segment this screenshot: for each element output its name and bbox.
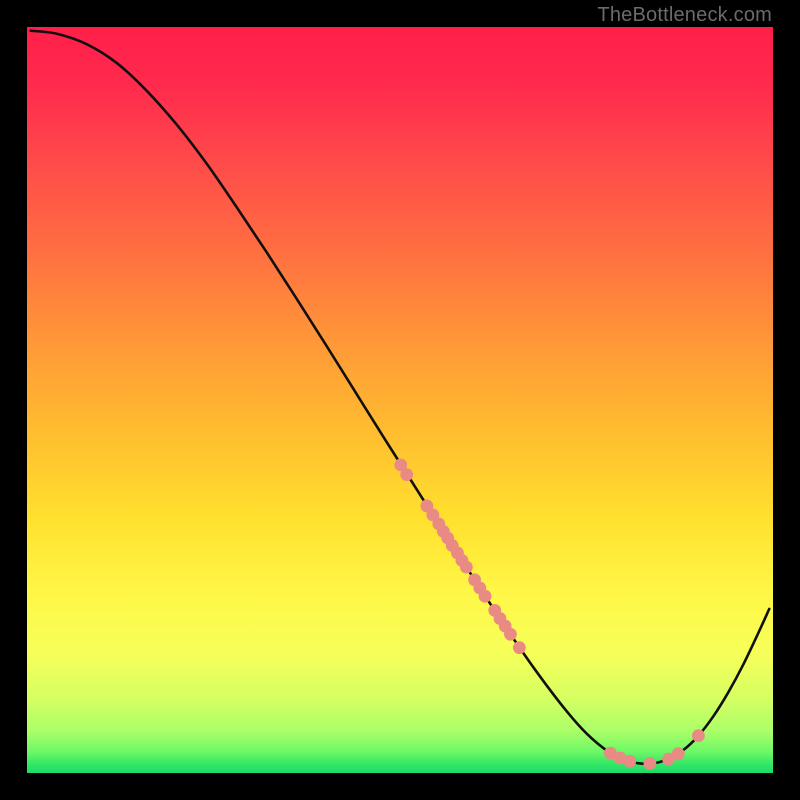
- plot-area: [27, 27, 773, 773]
- data-dot: [400, 468, 413, 481]
- gradient-background: [27, 27, 773, 773]
- data-dot: [504, 628, 517, 641]
- data-dot: [644, 757, 657, 770]
- attribution-label: TheBottleneck.com: [597, 4, 772, 27]
- data-dot: [479, 590, 492, 603]
- chart-stage: TheBottleneck.com: [0, 0, 800, 800]
- data-dot: [460, 561, 473, 574]
- data-dot: [672, 747, 685, 760]
- chart-svg: [27, 27, 773, 773]
- data-dot: [692, 729, 705, 742]
- data-dot: [513, 641, 526, 654]
- data-dot: [623, 755, 636, 768]
